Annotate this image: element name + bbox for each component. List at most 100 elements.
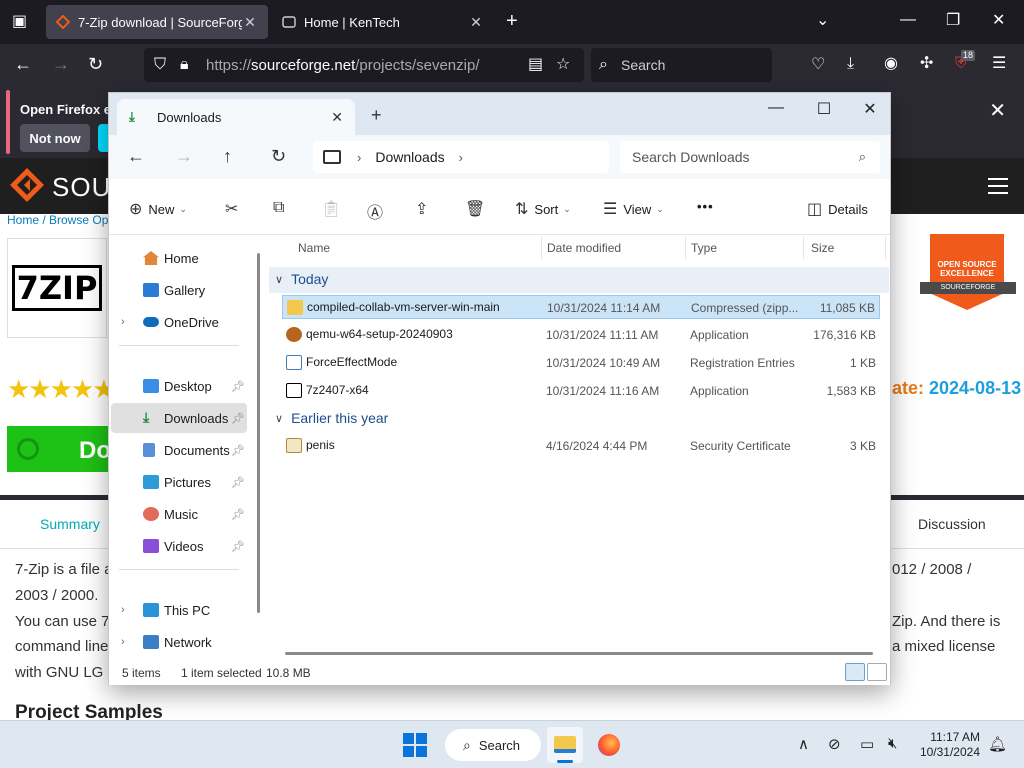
pin-icon[interactable]: 📌︎ bbox=[231, 412, 245, 425]
details-pane-button[interactable]: ◫ Details bbox=[807, 199, 868, 219]
path-breadcrumb[interactable]: › Downloads › bbox=[313, 141, 609, 173]
tab-list-icon[interactable]: ▣ bbox=[12, 14, 27, 30]
pin-icon[interactable]: 📌︎ bbox=[231, 476, 245, 489]
chevron-right-icon[interactable]: › bbox=[121, 316, 125, 328]
firefox-taskbar-button[interactable] bbox=[591, 727, 627, 763]
url-bar[interactable]: ⛉ 🔒︎ https://sourceforge.net/projects/se… bbox=[144, 48, 584, 82]
web-breadcrumb[interactable]: Home / Browse Ope bbox=[7, 213, 115, 227]
web-search-input[interactable]: ⌕ Search bbox=[591, 48, 772, 82]
new-tab-icon[interactable]: + bbox=[506, 11, 518, 31]
restore-window-icon[interactable]: ❐ bbox=[946, 13, 960, 29]
delete-button[interactable]: 🗑︎ bbox=[465, 199, 491, 219]
chevron-down-icon[interactable]: ∨ bbox=[275, 412, 283, 425]
cut-button[interactable]: ✂ bbox=[225, 199, 244, 219]
share-button[interactable]: ⇪ bbox=[415, 199, 434, 219]
web-tab-discussion[interactable]: Discussion bbox=[918, 516, 986, 532]
navigation-scrollbar[interactable] bbox=[257, 253, 260, 613]
browser-tab-active[interactable]: 7-Zip download | SourceForge.n ✕ bbox=[46, 5, 268, 39]
back-icon[interactable]: ← bbox=[14, 55, 32, 73]
close-notification-icon[interactable]: ✕ bbox=[989, 98, 1006, 123]
chevron-right-icon[interactable]: › bbox=[459, 150, 463, 165]
explorer-tab-downloads[interactable]: ⤓ Downloads ✕ bbox=[117, 99, 355, 135]
nav-this-pc[interactable]: › This PC bbox=[111, 595, 247, 625]
account-icon[interactable]: ◉ bbox=[884, 56, 898, 72]
browser-tab-inactive[interactable]: Home | KenTech ✕ bbox=[272, 5, 494, 39]
nav-videos[interactable]: Videos 📌︎ bbox=[111, 531, 247, 561]
minimize-window-icon[interactable]: — bbox=[900, 12, 916, 28]
close-window-icon[interactable]: ✕ bbox=[992, 13, 1005, 29]
pin-icon[interactable]: 📌︎ bbox=[231, 540, 245, 553]
nav-network[interactable]: › Network bbox=[111, 627, 247, 657]
column-divider[interactable] bbox=[541, 237, 542, 259]
nav-downloads[interactable]: ⤓ Downloads 📌︎ bbox=[111, 403, 247, 433]
breadcrumb-downloads[interactable]: Downloads bbox=[375, 149, 444, 165]
pin-icon[interactable]: 📌︎ bbox=[231, 444, 245, 457]
see-more-button[interactable]: ••• bbox=[697, 199, 714, 214]
new-button[interactable]: ⊕ New ⌄ bbox=[129, 199, 187, 219]
network-status-icon[interactable]: ⊘ bbox=[828, 735, 841, 753]
close-window-icon[interactable]: ✕ bbox=[855, 99, 885, 119]
volume-icon[interactable]: 🔇︎ bbox=[888, 735, 897, 752]
file-row[interactable]: qemu-w64-setup-20240903 10/31/2024 11:11… bbox=[282, 323, 880, 347]
refresh-icon[interactable]: ↻ bbox=[271, 147, 286, 165]
forward-icon[interactable]: → bbox=[52, 55, 70, 73]
file-explorer-taskbar-button[interactable] bbox=[547, 727, 583, 763]
show-hidden-icons-icon[interactable]: ∧ bbox=[798, 735, 809, 753]
reader-view-icon[interactable]: ▤ bbox=[528, 57, 543, 73]
file-row[interactable]: penis 4/16/2024 4:44 PM Security Certifi… bbox=[282, 434, 880, 458]
column-divider[interactable] bbox=[885, 237, 886, 259]
nav-pictures[interactable]: Pictures 📌︎ bbox=[111, 467, 247, 497]
chevron-right-icon[interactable]: › bbox=[357, 150, 361, 165]
file-row[interactable]: ForceEffectMode 10/31/2024 10:49 AM Regi… bbox=[282, 351, 880, 375]
reload-icon[interactable]: ↻ bbox=[88, 55, 103, 73]
start-button[interactable] bbox=[403, 733, 427, 757]
view-button[interactable]: ☰ View ⌄ bbox=[603, 199, 664, 219]
tiles-view-button[interactable] bbox=[867, 663, 887, 681]
forward-icon[interactable]: → bbox=[175, 147, 193, 165]
nav-gallery[interactable]: Gallery bbox=[111, 275, 247, 305]
new-tab-icon[interactable]: + bbox=[371, 105, 382, 126]
file-row[interactable]: 7z2407-x64 10/31/2024 11:16 AM Applicati… bbox=[282, 379, 880, 403]
column-header-date[interactable]: Date modified bbox=[547, 241, 621, 255]
back-icon[interactable]: ← bbox=[127, 147, 145, 165]
app-menu-icon[interactable]: ☰ bbox=[992, 56, 1006, 72]
menu-hamburger-icon[interactable] bbox=[988, 178, 1008, 194]
pin-icon[interactable]: 📌︎ bbox=[231, 380, 245, 393]
minimize-window-icon[interactable]: — bbox=[761, 99, 791, 117]
download-button[interactable]: Do bbox=[7, 426, 111, 472]
nav-desktop[interactable]: Desktop 📌︎ bbox=[111, 371, 247, 401]
column-divider[interactable] bbox=[685, 237, 686, 259]
column-divider[interactable] bbox=[803, 237, 804, 259]
group-header-earlier[interactable]: ∨ Earlier this year bbox=[275, 410, 388, 426]
column-header-type[interactable]: Type bbox=[691, 241, 717, 255]
sourceforge-logo-icon[interactable] bbox=[8, 166, 46, 204]
pocket-icon[interactable]: ♡ bbox=[811, 57, 825, 73]
pin-icon[interactable]: 📌︎ bbox=[231, 508, 245, 521]
explorer-search-input[interactable]: Search Downloads ⌕ bbox=[620, 141, 880, 173]
close-tab-icon[interactable]: ✕ bbox=[468, 14, 484, 31]
sort-button[interactable]: ⇅ Sort ⌄ bbox=[515, 199, 571, 219]
downloads-icon[interactable]: ⤓ bbox=[847, 56, 854, 72]
column-header-name[interactable]: Name bbox=[298, 241, 330, 255]
taskbar-search[interactable]: ⌕ Search bbox=[445, 729, 541, 761]
nav-documents[interactable]: Documents 📌︎ bbox=[111, 435, 247, 465]
up-icon[interactable]: ↑ bbox=[223, 147, 232, 165]
system-clock[interactable]: 11:17 AM 10/31/2024 bbox=[918, 730, 980, 760]
extensions-icon[interactable]: ✣ bbox=[920, 56, 933, 72]
nav-onedrive[interactable]: › OneDrive bbox=[111, 307, 247, 337]
maximize-window-icon[interactable]: ☐ bbox=[809, 99, 839, 119]
chevron-down-icon[interactable]: ∨ bbox=[275, 273, 283, 286]
this-pc-icon[interactable] bbox=[323, 150, 341, 164]
nav-music[interactable]: Music 📌︎ bbox=[111, 499, 247, 529]
list-all-tabs-icon[interactable]: ⌄ bbox=[816, 13, 829, 29]
horizontal-scrollbar[interactable] bbox=[285, 652, 873, 655]
chevron-right-icon[interactable]: › bbox=[121, 636, 125, 648]
nav-home[interactable]: Home bbox=[111, 243, 247, 273]
chevron-right-icon[interactable]: › bbox=[121, 604, 125, 616]
rename-button[interactable]: Ⓐ bbox=[367, 199, 389, 223]
file-row[interactable]: compiled-collab-vm-server-win-main 10/31… bbox=[282, 295, 880, 319]
bookmark-star-icon[interactable]: ☆ bbox=[556, 57, 570, 73]
not-now-button[interactable]: Not now bbox=[20, 124, 90, 152]
close-tab-icon[interactable]: ✕ bbox=[331, 109, 343, 126]
group-header-today[interactable]: ∨ Today bbox=[275, 271, 328, 287]
